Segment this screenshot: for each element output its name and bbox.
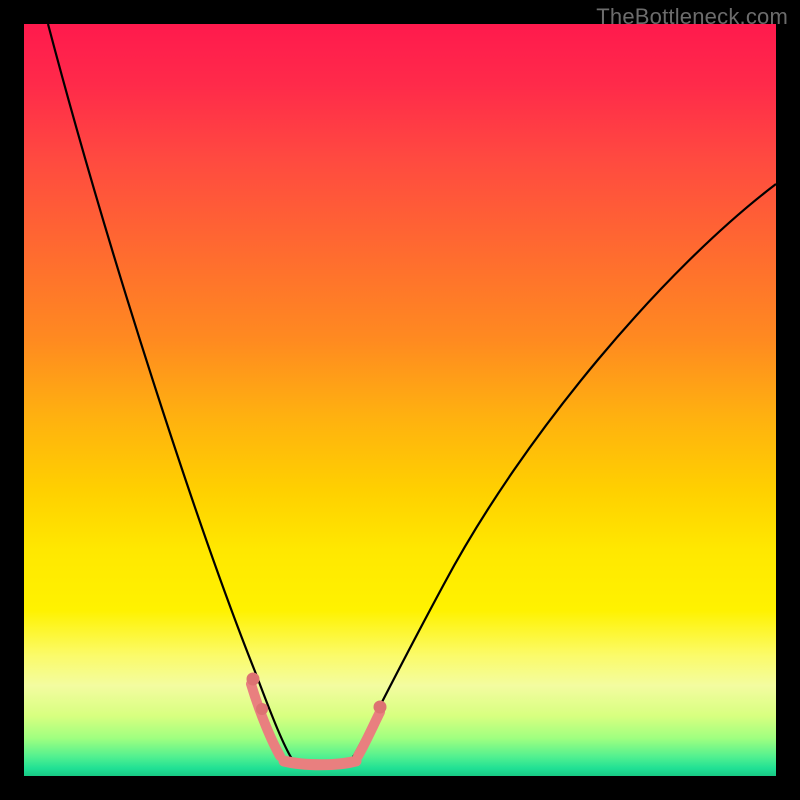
- accent-dot: [256, 703, 268, 715]
- plot-area: [24, 24, 776, 776]
- accent-dot: [247, 673, 260, 686]
- accent-dot: [374, 701, 387, 714]
- right-accent-segment: [358, 712, 380, 756]
- chart-frame: TheBottleneck.com: [0, 0, 800, 800]
- curve-layer: [24, 24, 776, 776]
- floor-accent-segment: [284, 761, 356, 765]
- watermark-text: TheBottleneck.com: [596, 4, 788, 30]
- bottleneck-curve: [48, 24, 776, 763]
- left-accent-segment: [251, 684, 280, 756]
